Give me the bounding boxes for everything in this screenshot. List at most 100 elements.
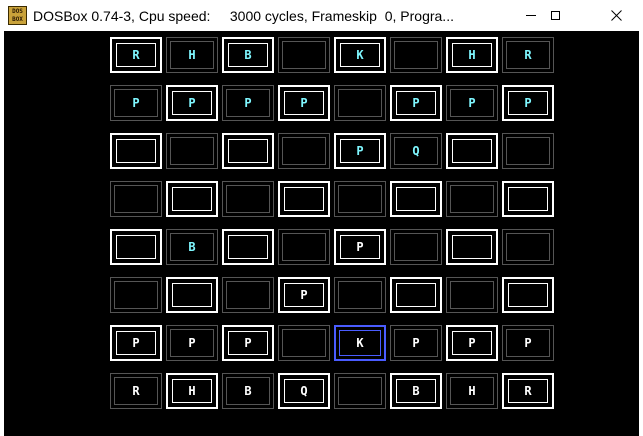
board-square-r1-c7[interactable]: P [502, 85, 554, 121]
board-square-r4-c0[interactable] [110, 229, 162, 265]
chess-piece[interactable]: P [524, 97, 531, 109]
board-square-r5-c0[interactable] [110, 277, 162, 313]
board-square-r0-c2[interactable]: B [222, 37, 274, 73]
board-square-r4-c6[interactable] [446, 229, 498, 265]
chess-piece[interactable]: B [244, 49, 251, 61]
chess-piece[interactable]: P [412, 97, 419, 109]
chess-piece[interactable]: P [300, 289, 307, 301]
board-square-r1-c0[interactable]: P [110, 85, 162, 121]
chess-piece[interactable]: K [356, 49, 363, 61]
board-square-r2-c2[interactable] [222, 133, 274, 169]
chess-piece[interactable]: Q [412, 145, 419, 157]
board-square-r3-c2[interactable] [222, 181, 274, 217]
dosbox-app-icon[interactable]: DOS BOX [8, 6, 27, 25]
board-square-r6-c7[interactable]: P [502, 325, 554, 361]
board-square-r3-c1[interactable] [166, 181, 218, 217]
dos-screen[interactable]: R H B K H R P P P P P P P P Q B P P P P P K P P P R H B Q B H R [4, 31, 639, 436]
board-square-r7-c7[interactable]: R [502, 373, 554, 409]
board-square-r5-c7[interactable] [502, 277, 554, 313]
chess-piece[interactable]: B [244, 385, 251, 397]
board-square-r2-c1[interactable] [166, 133, 218, 169]
board-square-r5-c3[interactable]: P [278, 277, 330, 313]
chess-piece[interactable]: H [468, 385, 475, 397]
chess-piece[interactable]: R [524, 385, 531, 397]
board-square-r7-c1[interactable]: H [166, 373, 218, 409]
board-square-r2-c4[interactable]: P [334, 133, 386, 169]
board-square-r7-c2[interactable]: B [222, 373, 274, 409]
chess-piece[interactable]: Q [300, 385, 307, 397]
board-square-r6-c3[interactable] [278, 325, 330, 361]
board-square-r5-c5[interactable] [390, 277, 442, 313]
title-bar[interactable]: DOS BOX DOSBox 0.74-3, Cpu speed: 3000 c… [0, 0, 643, 31]
chess-piece[interactable]: P [356, 145, 363, 157]
chess-piece[interactable]: P [132, 97, 139, 109]
chess-piece[interactable]: P [356, 241, 363, 253]
board-square-r3-c4[interactable] [334, 181, 386, 217]
chess-piece[interactable]: P [132, 337, 139, 349]
board-square-r1-c1[interactable]: P [166, 85, 218, 121]
board-square-r7-c0[interactable]: R [110, 373, 162, 409]
chess-piece[interactable]: P [468, 97, 475, 109]
board-square-r7-c5[interactable]: B [390, 373, 442, 409]
board-square-r6-c6[interactable]: P [446, 325, 498, 361]
board-square-r1-c6[interactable]: P [446, 85, 498, 121]
chess-piece[interactable]: P [412, 337, 419, 349]
board-square-r5-c6[interactable] [446, 277, 498, 313]
close-button[interactable] [589, 0, 643, 31]
board-square-r6-c5[interactable]: P [390, 325, 442, 361]
chess-piece[interactable]: B [188, 241, 195, 253]
board-square-r0-c3[interactable] [278, 37, 330, 73]
board-square-r6-c0[interactable]: P [110, 325, 162, 361]
board-square-r7-c3[interactable]: Q [278, 373, 330, 409]
board-square-r6-c4[interactable]: K [334, 325, 386, 361]
board-square-r4-c3[interactable] [278, 229, 330, 265]
chess-piece[interactable]: R [132, 49, 139, 61]
board-square-r2-c7[interactable] [502, 133, 554, 169]
chess-piece[interactable]: P [188, 97, 195, 109]
chess-board[interactable]: R H B K H R P P P P P P P P Q B P P P P P K P P P R H B Q B H R [4, 31, 639, 436]
chess-piece[interactable]: P [244, 337, 251, 349]
chess-piece[interactable]: P [468, 337, 475, 349]
board-square-r4-c4[interactable]: P [334, 229, 386, 265]
chess-piece[interactable]: H [188, 385, 195, 397]
chess-piece[interactable]: H [468, 49, 475, 61]
chess-piece[interactable]: K [356, 337, 363, 349]
maximize-button[interactable] [532, 0, 578, 31]
board-square-r4-c1[interactable]: B [166, 229, 218, 265]
board-square-r4-c2[interactable] [222, 229, 274, 265]
board-square-r6-c1[interactable]: P [166, 325, 218, 361]
board-square-r1-c3[interactable]: P [278, 85, 330, 121]
board-square-r0-c1[interactable]: H [166, 37, 218, 73]
board-square-r3-c5[interactable] [390, 181, 442, 217]
board-square-r5-c4[interactable] [334, 277, 386, 313]
board-square-r0-c0[interactable]: R [110, 37, 162, 73]
board-square-r2-c6[interactable] [446, 133, 498, 169]
chess-piece[interactable]: P [244, 97, 251, 109]
board-square-r0-c7[interactable]: R [502, 37, 554, 73]
board-square-r5-c1[interactable] [166, 277, 218, 313]
board-square-r3-c7[interactable] [502, 181, 554, 217]
chess-piece[interactable]: H [188, 49, 195, 61]
chess-piece[interactable]: R [132, 385, 139, 397]
board-square-r3-c3[interactable] [278, 181, 330, 217]
chess-piece[interactable]: R [524, 49, 531, 61]
board-square-r5-c2[interactable] [222, 277, 274, 313]
chess-piece[interactable]: B [412, 385, 419, 397]
board-square-r0-c6[interactable]: H [446, 37, 498, 73]
board-square-r4-c7[interactable] [502, 229, 554, 265]
board-square-r3-c0[interactable] [110, 181, 162, 217]
board-square-r1-c4[interactable] [334, 85, 386, 121]
chess-piece[interactable]: P [524, 337, 531, 349]
board-square-r2-c0[interactable] [110, 133, 162, 169]
board-square-r7-c4[interactable] [334, 373, 386, 409]
chess-piece[interactable]: P [188, 337, 195, 349]
board-square-r0-c4[interactable]: K [334, 37, 386, 73]
board-square-r7-c6[interactable]: H [446, 373, 498, 409]
board-square-r4-c5[interactable] [390, 229, 442, 265]
board-square-r0-c5[interactable] [390, 37, 442, 73]
board-square-r6-c2[interactable]: P [222, 325, 274, 361]
board-square-r1-c2[interactable]: P [222, 85, 274, 121]
board-square-r2-c5[interactable]: Q [390, 133, 442, 169]
board-square-r2-c3[interactable] [278, 133, 330, 169]
board-square-r1-c5[interactable]: P [390, 85, 442, 121]
